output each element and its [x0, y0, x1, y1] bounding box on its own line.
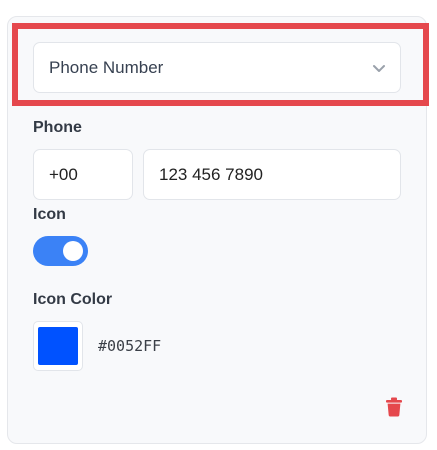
phone-label: Phone: [33, 119, 82, 136]
phone-number-input[interactable]: 123 456 7890: [143, 149, 401, 200]
country-code-input[interactable]: +00: [33, 149, 133, 200]
toggle-knob: [63, 241, 83, 261]
icon-color-label: Icon Color: [33, 291, 113, 308]
color-picker-button[interactable]: [33, 321, 83, 371]
color-swatch: [38, 327, 78, 365]
icon-label: Icon: [33, 206, 66, 223]
icon-toggle[interactable]: [33, 236, 88, 266]
color-hex-value: #0052FF: [98, 337, 162, 355]
highlight-box: [12, 23, 429, 106]
delete-button[interactable]: [385, 397, 403, 417]
trash-icon: [386, 397, 402, 417]
